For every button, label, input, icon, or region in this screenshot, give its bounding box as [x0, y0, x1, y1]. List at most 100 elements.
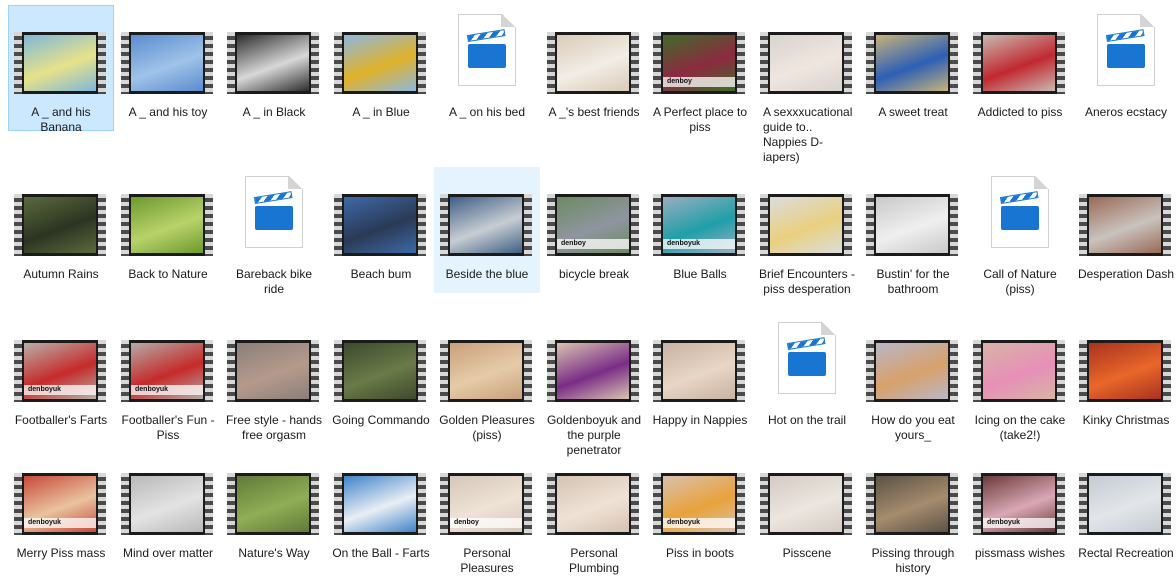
- file-name: Nature's Way: [238, 546, 310, 560]
- page-fold-icon: [1140, 14, 1155, 27]
- film-strip-left: [760, 473, 768, 535]
- file-item[interactable]: Goldenboyuk and the purple penetrator: [541, 313, 647, 457]
- file-item[interactable]: denboyuk Footballer's Farts: [8, 313, 114, 439]
- file-item[interactable]: Bareback bike ride: [221, 167, 327, 296]
- file-item[interactable]: A _ and his Banana: [8, 5, 114, 134]
- thumbnail-image: [131, 197, 203, 253]
- file-grid: A _ and his Banana A _ and his toy A _ in …: [0, 0, 1176, 575]
- file-item[interactable]: Nature's Way: [221, 446, 327, 572]
- file-item[interactable]: A sweet treat: [860, 5, 966, 131]
- thumbnail-image: [557, 35, 629, 91]
- file-item[interactable]: Bustin' for the bathroom: [860, 167, 966, 296]
- file-item[interactable]: Brief Encounters - piss desperation: [754, 167, 860, 296]
- thumbnail-image: [557, 476, 629, 532]
- file-item[interactable]: Hot on the trail: [754, 313, 860, 439]
- film-strip-left: [121, 194, 129, 256]
- file-item[interactable]: Pissing through history: [860, 446, 966, 575]
- file-name: A _'s best friends: [548, 105, 640, 119]
- thumbnail-image: [983, 35, 1055, 91]
- file-item[interactable]: denboyuk Blue Balls: [647, 167, 753, 293]
- file-item[interactable]: Back to Nature: [115, 167, 221, 293]
- video-thumbnail: [547, 473, 639, 535]
- file-name: Bustin' for the bathroom: [876, 267, 950, 296]
- file-item[interactable]: Going Commando: [328, 313, 434, 439]
- file-item[interactable]: denboy Personal Pleasures: [434, 446, 540, 575]
- film-strip-left: [121, 32, 129, 94]
- file-item[interactable]: Happy in Nappies: [647, 313, 753, 439]
- video-thumbnail: denboy: [653, 32, 745, 94]
- file-item[interactable]: denboyuk Merry Piss mass: [8, 446, 114, 572]
- video-thumbnail: [760, 473, 852, 535]
- file-item[interactable]: Free style - hands free orgasm: [221, 313, 327, 442]
- file-item[interactable]: Beach bum: [328, 167, 434, 293]
- thumbnail-logo: denboy: [667, 78, 692, 85]
- file-name: A sweet treat: [878, 105, 948, 119]
- film-strip-right: [1163, 473, 1171, 535]
- file-item[interactable]: Beside the blue: [434, 167, 540, 293]
- video-thumbnail: [760, 194, 852, 256]
- file-item[interactable]: A _ in Blue: [328, 5, 434, 131]
- file-item[interactable]: A _ on his bed: [434, 5, 540, 131]
- file-item[interactable]: Mind over matter: [115, 446, 221, 572]
- file-item[interactable]: On the Ball - Farts: [328, 446, 434, 572]
- film-strip-left: [121, 473, 129, 535]
- video-file-icon: [1097, 14, 1155, 86]
- file-item[interactable]: Desperation Dash: [1073, 167, 1176, 293]
- video-thumbnail: [440, 194, 532, 256]
- film-strip-right: [950, 194, 958, 256]
- film-strip-left: [547, 473, 555, 535]
- file-item[interactable]: denboy A Perfect place to piss: [647, 5, 753, 134]
- film-strip-left: [440, 194, 448, 256]
- clapperboard-icon: [1001, 206, 1039, 230]
- film-strip-right: [418, 32, 426, 94]
- video-thumbnail: [1079, 194, 1171, 256]
- file-name: Free style - hands free orgasm: [225, 413, 323, 442]
- file-item[interactable]: Aneros ecstacy: [1073, 5, 1176, 131]
- file-name: A _ in Black: [242, 105, 306, 119]
- thumbnail-image: [770, 197, 842, 253]
- file-item[interactable]: denboyuk pissmass wishes: [967, 446, 1073, 572]
- film-strip-left: [334, 194, 342, 256]
- film-strip-right: [311, 32, 319, 94]
- clapperboard-icon: [788, 352, 826, 376]
- file-item[interactable]: denboy bicycle break: [541, 167, 647, 293]
- file-item[interactable]: A _ and his toy: [115, 5, 221, 131]
- film-strip-right: [950, 473, 958, 535]
- file-item[interactable]: How do you eat yours_: [860, 313, 966, 442]
- video-thumbnail: [334, 473, 426, 535]
- file-item[interactable]: Icing on the cake (take2!): [967, 313, 1073, 442]
- film-strip-left: [14, 473, 22, 535]
- video-thumbnail: [1079, 340, 1171, 402]
- file-item[interactable]: denboyuk Footballer's Fun - Piss: [115, 313, 221, 442]
- file-item[interactable]: Personal Plumbing: [541, 446, 647, 575]
- file-item[interactable]: Autumn Rains: [8, 167, 114, 293]
- film-strip-left: [547, 340, 555, 402]
- file-item[interactable]: Pisscene: [754, 446, 860, 572]
- thumbnail-image: denboyuk: [131, 343, 203, 399]
- film-strip-left: [1079, 340, 1087, 402]
- file-item[interactable]: Rectal Recreation: [1073, 446, 1176, 572]
- file-item[interactable]: A _ in Black: [221, 5, 327, 131]
- file-name: Bareback bike ride: [235, 267, 313, 296]
- file-item[interactable]: A sexxxucational guide to.. Nappies D-ia…: [754, 5, 860, 164]
- thumbnail-logo: denboy: [454, 519, 479, 526]
- video-file-icon: [778, 322, 836, 394]
- file-item[interactable]: A _'s best friends: [541, 5, 647, 131]
- file-name: Desperation Dash: [1077, 267, 1175, 281]
- file-name: A _ and his toy: [128, 105, 208, 119]
- video-thumbnail: denboyuk: [14, 473, 106, 535]
- file-item[interactable]: Addicted to piss: [967, 5, 1073, 131]
- file-item[interactable]: Call of Nature (piss): [967, 167, 1073, 296]
- video-thumbnail: [121, 194, 213, 256]
- file-name: Rectal Recreation: [1078, 546, 1174, 560]
- thumbnail-image: [876, 476, 948, 532]
- video-file-icon: [458, 14, 516, 86]
- film-strip-left: [866, 340, 874, 402]
- video-thumbnail: [866, 473, 958, 535]
- file-item[interactable]: Kinky Christmas: [1073, 313, 1176, 439]
- film-strip-left: [334, 32, 342, 94]
- file-item[interactable]: denboyuk Piss in boots: [647, 446, 753, 572]
- film-strip-left: [973, 340, 981, 402]
- file-item[interactable]: Golden Pleasures (piss): [434, 313, 540, 442]
- thumbnail-image: [450, 343, 522, 399]
